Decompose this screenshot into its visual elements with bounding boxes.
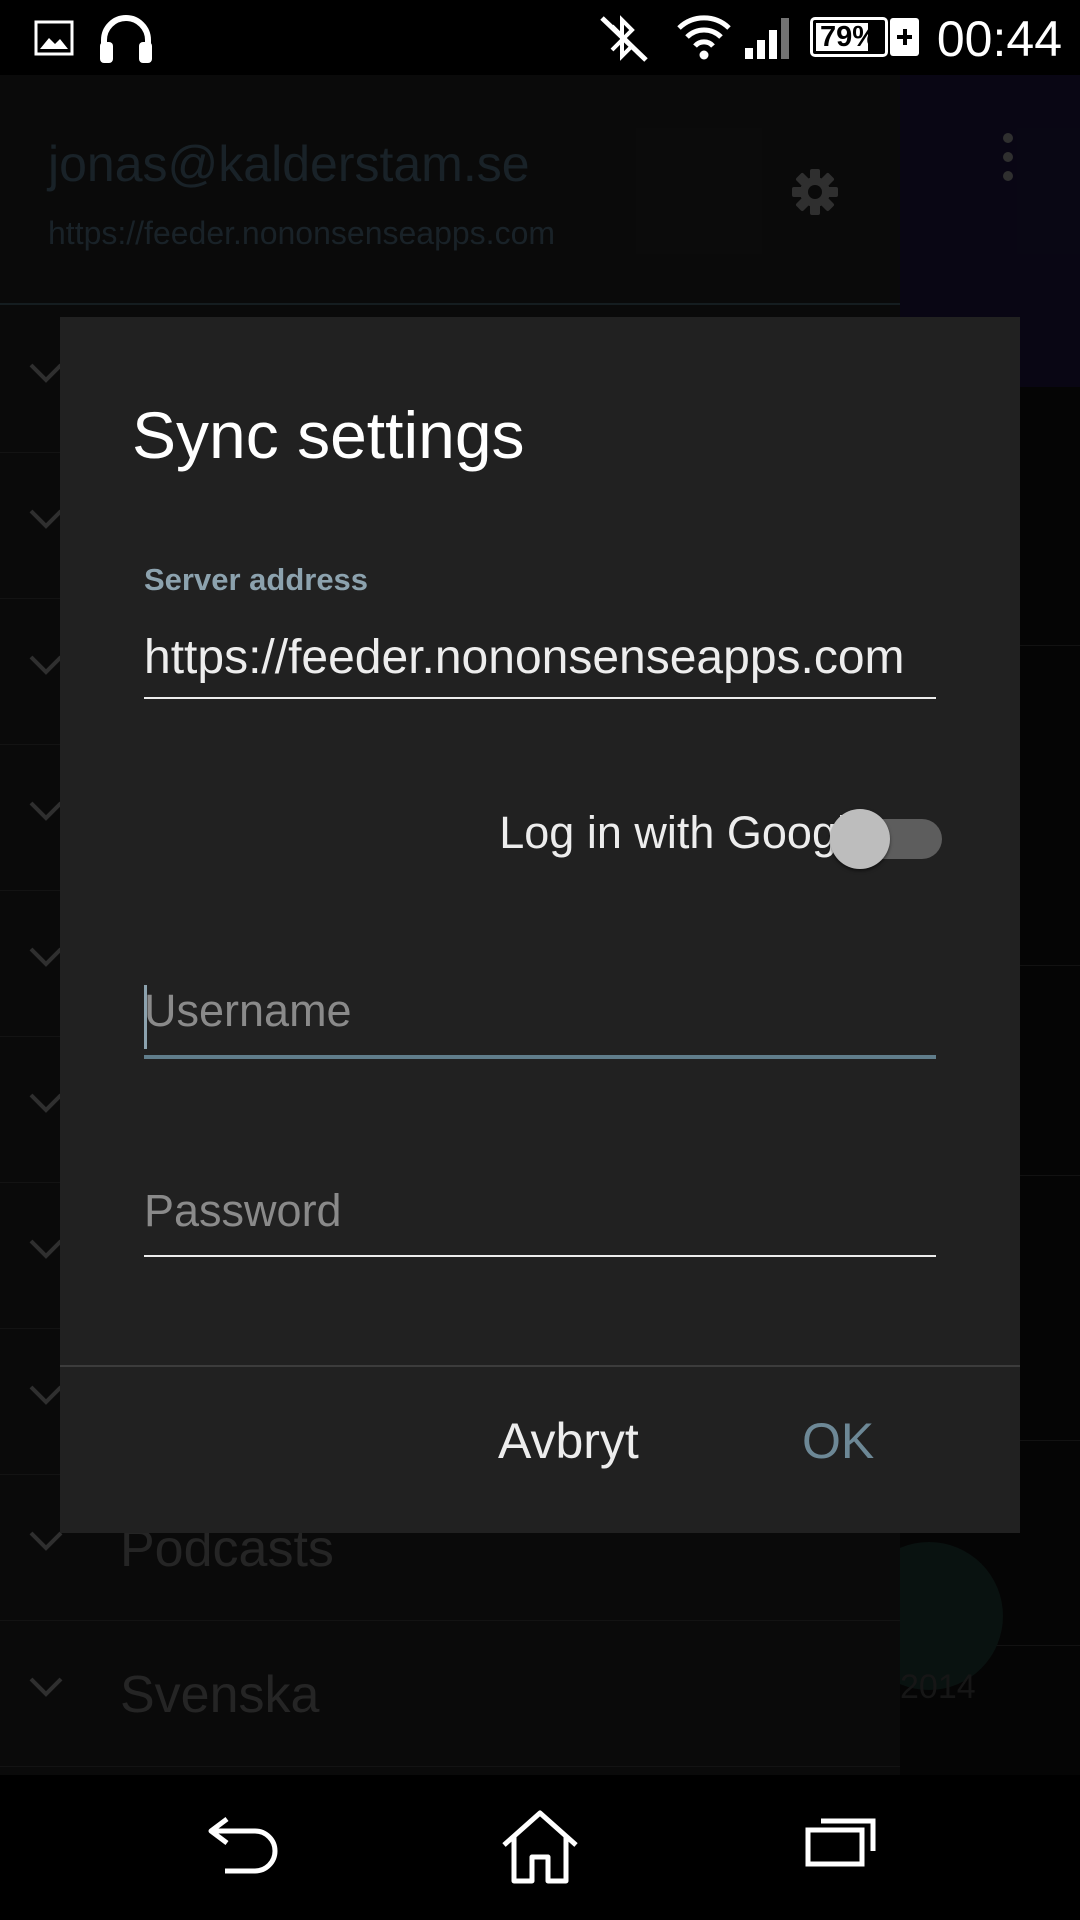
text-cursor bbox=[144, 985, 147, 1049]
charging-icon bbox=[890, 18, 919, 56]
clock: 00:44 bbox=[936, 11, 1062, 67]
switch-thumb bbox=[830, 809, 890, 869]
username-input[interactable] bbox=[144, 967, 936, 1059]
ok-button[interactable]: OK bbox=[802, 1412, 874, 1470]
cancel-button[interactable]: Avbryt bbox=[498, 1412, 639, 1470]
back-icon[interactable] bbox=[205, 1815, 281, 1877]
dialog-divider bbox=[60, 1365, 1020, 1367]
server-address-input[interactable] bbox=[144, 617, 936, 699]
dialog-title: Sync settings bbox=[132, 398, 525, 472]
bluetooth-off-icon bbox=[600, 15, 648, 62]
image-icon bbox=[34, 20, 74, 56]
signal-icon bbox=[745, 18, 789, 59]
battery-percent: 79% bbox=[819, 21, 879, 53]
status-bar: 79% 00:44 bbox=[0, 0, 1080, 75]
battery-icon: 79% bbox=[810, 17, 888, 57]
password-input[interactable] bbox=[144, 1167, 936, 1257]
home-icon[interactable] bbox=[500, 1809, 580, 1885]
headphones-icon bbox=[100, 15, 152, 63]
google-login-label: Log in with Google bbox=[499, 807, 872, 858]
wifi-icon bbox=[677, 15, 731, 60]
sync-settings-dialog: Sync settings Server address Log in with… bbox=[60, 317, 1020, 1533]
google-login-switch[interactable] bbox=[830, 801, 942, 869]
server-address-label: Server address bbox=[144, 562, 369, 597]
system-navigation-bar bbox=[0, 1775, 1080, 1920]
recent-apps-icon[interactable] bbox=[805, 1815, 877, 1867]
